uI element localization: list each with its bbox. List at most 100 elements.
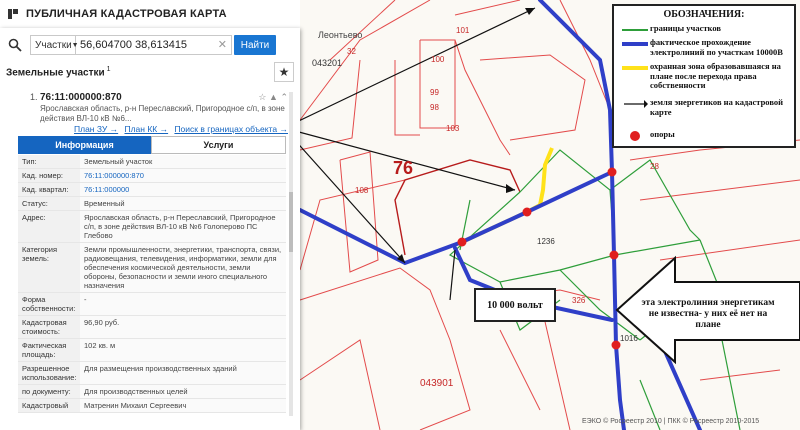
pole-marker <box>522 207 532 217</box>
map-label: 28 <box>650 162 659 171</box>
prop-key: Статус: <box>18 197 80 210</box>
pointer-arrow <box>449 249 456 301</box>
prop-key: Фактическая площадь: <box>18 339 80 361</box>
map-label: 98 <box>430 103 439 112</box>
legend-line-blue <box>620 38 650 50</box>
prop-value: - <box>80 293 286 315</box>
table-row: Кад. номер: 76:11:000000:870 <box>18 169 286 183</box>
properties-table: Тип: Земельный участок Кад. номер: 76:11:0… <box>18 155 286 413</box>
prop-value-link[interactable]: 76:11:000000:870 <box>80 169 286 182</box>
prop-key: Адрес: <box>18 211 80 242</box>
section-title: Земельные участки 1 <box>6 65 111 79</box>
card-links: План ЗУ → План КК → Поиск в границах объ… <box>74 124 288 134</box>
legend-title: ОБОЗНАЧЕНИЯ: <box>663 9 745 20</box>
map-legend: ОБОЗНАЧЕНИЯ: границы участков фактическо… <box>612 4 796 148</box>
legend-item: земля энергетиков на кадастровой карте <box>620 97 792 117</box>
search-type-select[interactable]: Участки ▼ <box>30 35 79 55</box>
search-in-bounds-link[interactable]: Поиск в границах объекта → <box>174 124 288 134</box>
table-row: Разрешенное использование: Для размещения… <box>18 362 286 385</box>
card-tabs: Информация Услуги <box>18 136 286 154</box>
collapse-icon[interactable]: ⌃ <box>280 92 288 102</box>
panel-scrollbar[interactable] <box>289 92 293 416</box>
section-header: Земельные участки 1 ★ <box>6 62 294 82</box>
prop-value: Для производственных целей <box>80 385 286 398</box>
map-label: 1016 <box>620 334 638 343</box>
app-header: ПУБЛИЧНАЯ КАДАСТРОВАЯ КАРТА <box>0 0 300 29</box>
parcel-boundary <box>479 54 586 141</box>
app-title: ПУБЛИЧНАЯ КАДАСТРОВАЯ КАРТА <box>26 8 227 20</box>
legend-pole-icon <box>620 130 650 142</box>
prop-key: Категория земель: <box>18 243 80 292</box>
parcel-card[interactable]: 1. 76:11:000000:870 Ярославская область,… <box>30 92 288 124</box>
pointer-arrow <box>283 127 406 264</box>
table-row: Адрес: Ярославская область, р-н Переславс… <box>18 211 286 243</box>
parcel-boundary <box>299 59 361 151</box>
parcel-boundary <box>419 39 456 129</box>
legend-label: границы участков <box>650 23 721 33</box>
clear-icon[interactable]: ✕ <box>218 38 227 51</box>
map-label: 101 <box>456 26 470 35</box>
parcel-boundary <box>559 0 611 111</box>
legend-line-yellow <box>620 62 650 74</box>
green-parcel-boundary <box>609 159 701 241</box>
table-row: Статус: Временный <box>18 197 286 211</box>
card-cad-number: 76:11:000000:870 <box>40 92 122 103</box>
prop-key: Кад. квартал: <box>18 183 80 196</box>
prop-value: 96,90 руб. <box>80 316 286 338</box>
tab-info[interactable]: Информация <box>18 136 151 154</box>
prop-key: Форма собственности: <box>18 293 80 315</box>
prop-value: Ярославская область, р-н Переславский, П… <box>80 211 286 242</box>
pole-marker <box>457 237 467 247</box>
legend-label: земля энергетиков на кадастровой карте <box>650 97 784 117</box>
legend-arrow-icon <box>620 98 650 110</box>
voltage-note: 10 000 вольт <box>474 288 556 322</box>
warning-icon: ▲ <box>269 92 278 102</box>
plan-zu-link[interactable]: План ЗУ → <box>74 124 118 134</box>
search-type-label: Участки <box>35 39 72 51</box>
legend-item: фактическое прохождение электролиний по … <box>620 37 792 57</box>
parcel-boundary <box>454 0 521 16</box>
parcel-boundary <box>454 39 511 156</box>
card-address: Ярославская область, р-н Переславский, П… <box>40 104 285 123</box>
legend-item: охранная зона образовавшаяся на плане по… <box>620 61 792 91</box>
pole-marker <box>607 167 617 177</box>
map-label: 108 <box>355 186 369 195</box>
prop-value-link[interactable]: 76:11:000000 <box>80 183 286 196</box>
legend-label: опоры <box>650 129 675 139</box>
map-logo-icon <box>6 7 20 21</box>
pointer-arrow <box>283 7 536 129</box>
search-icon[interactable] <box>6 36 24 54</box>
search-input[interactable]: 56,604700 38,613415 ✕ <box>76 35 232 55</box>
tab-services[interactable]: Услуги <box>151 136 286 154</box>
search-bar: Участки ▼ 56,604700 38,613415 ✕ Найти <box>6 34 294 56</box>
map-label: 043201 <box>312 58 343 68</box>
legend-item: границы участков <box>620 23 792 36</box>
table-row: Категория земель: Земли промышленности, э… <box>18 243 286 293</box>
copyright: ЕЭКО © Росреестр 2010 | ПКК © Росреестр … <box>582 418 760 425</box>
legend-label: охранная зона образовавшаяся на плане по… <box>650 61 781 90</box>
pole-marker <box>609 250 619 260</box>
plan-kk-link[interactable]: План КК → <box>124 124 168 134</box>
prop-key: по документу: <box>18 385 80 398</box>
parcel-number-76: 76 <box>393 158 414 178</box>
prop-value: Для размещения производственных зданий <box>80 362 286 384</box>
search-value: 56,604700 38,613415 <box>80 39 188 51</box>
table-row: Кадастровая стоимость: 96,90 руб. <box>18 316 286 339</box>
map-label: 103 <box>446 124 460 133</box>
prop-key: Тип: <box>18 155 80 168</box>
find-button[interactable]: Найти <box>234 35 276 55</box>
green-parcel-boundary <box>614 239 701 256</box>
parcel-boundary <box>699 369 781 381</box>
parcel-boundary <box>394 60 420 136</box>
prop-value: Матренин Михаил Сергеевич <box>80 399 286 412</box>
star-outline-icon[interactable]: ☆ <box>258 92 266 102</box>
favorite-star-icon[interactable]: ★ <box>274 62 294 82</box>
prop-value: 102 кв. м <box>80 339 286 361</box>
unknown-line-note: эта электролиния энергетикам не известна… <box>640 298 776 331</box>
legend-line-green <box>620 24 650 36</box>
table-row: Кад. квартал: 76:11:000000 <box>18 183 286 197</box>
scrollbar-thumb[interactable] <box>289 192 293 252</box>
unknown-line-note-text: эта электролиния энергетикам не известна… <box>641 298 775 330</box>
map-label: 99 <box>430 88 439 97</box>
result-number: 1. <box>30 92 38 102</box>
